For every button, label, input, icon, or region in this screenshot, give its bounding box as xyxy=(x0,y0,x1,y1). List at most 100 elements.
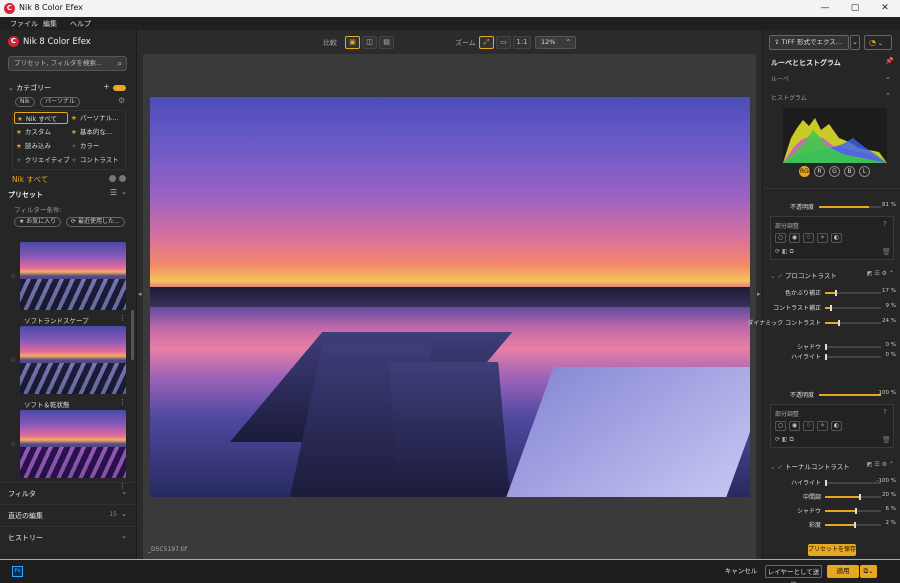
close-button[interactable]: ✕ xyxy=(870,1,900,16)
lasso-tool-icon[interactable]: ♢ xyxy=(803,233,814,243)
slider-knob[interactable] xyxy=(838,320,841,326)
export-dropdown[interactable]: ⇪ TIFF 形式でエクス... xyxy=(769,35,849,50)
opacity-slider[interactable]: 不透明度 100 % xyxy=(769,390,896,400)
apply-options-button[interactable]: ⧉⌄ xyxy=(860,565,877,578)
mask-tools[interactable]: ⟳ ◧ ⧉ xyxy=(775,436,794,444)
menu-edit[interactable]: 編集 xyxy=(43,19,57,29)
loupe-label[interactable]: ルーペ xyxy=(771,74,789,83)
zoom-fit-button[interactable]: ⤢ xyxy=(479,36,494,49)
star-outline-icon[interactable]: ☆ xyxy=(10,440,16,448)
fold-filters[interactable]: フィルタ ⌄ xyxy=(0,482,137,502)
adjust-slider[interactable]: コントラスト補正 9 % xyxy=(769,303,896,313)
slider-knob[interactable] xyxy=(854,508,857,514)
save-preset-button[interactable]: プリセットを保存 xyxy=(808,544,856,556)
slider-knob[interactable] xyxy=(858,494,861,500)
slider-knob[interactable] xyxy=(853,522,856,528)
compare-ring-button[interactable]: ◔ ⌄ xyxy=(864,35,892,50)
add-icon[interactable] xyxy=(119,175,126,182)
circle-tool-icon[interactable]: ○ xyxy=(775,233,786,243)
category-header[interactable]: ⌄ カテゴリー xyxy=(8,83,51,93)
more-icon[interactable]: ⋮ xyxy=(119,314,126,322)
tone-tool-icon[interactable]: ◐ xyxy=(831,233,842,243)
adjust-slider[interactable]: ハイライト 0 % xyxy=(769,352,896,362)
magic-tool-icon[interactable]: ✧ xyxy=(817,421,828,431)
opacity-slider[interactable]: 不透明度 81 % xyxy=(769,202,896,212)
slider-track[interactable] xyxy=(825,305,881,311)
category-custom[interactable]: ★ カスタム xyxy=(16,126,51,138)
compare-toggle-button[interactable]: ▤ xyxy=(379,36,394,49)
zoom-1to1-button[interactable]: 1:1 xyxy=(513,36,531,49)
more-icon[interactable]: ⋮ xyxy=(119,398,126,406)
magic-tool-icon[interactable]: ✧ xyxy=(817,233,828,243)
filter-pill-nik[interactable]: Nik xyxy=(15,97,35,107)
lasso-tool-icon[interactable]: ♢ xyxy=(803,421,814,431)
slider-knob[interactable] xyxy=(825,344,827,350)
chevron-up-icon[interactable]: ⌃ xyxy=(885,92,891,100)
adjust-slider[interactable]: ダイナミック コントラスト 24 % xyxy=(747,318,896,328)
chevron-down-icon[interactable]: ⌄ xyxy=(885,73,891,81)
preset-thumbnail[interactable] xyxy=(20,242,126,310)
fold-history[interactable]: ヒストリー ⌄ xyxy=(0,526,137,546)
slider-track[interactable] xyxy=(825,290,881,296)
compare-split-button[interactable]: ▣ xyxy=(345,36,360,49)
circle-fill-tool-icon[interactable]: ◉ xyxy=(789,233,800,243)
category-creative[interactable]: ★ クリエイティブ xyxy=(16,154,70,166)
channel-g[interactable]: G xyxy=(829,166,840,177)
filter-header-procontrast[interactable]: ⌄ ✓ プロコントラスト ◩ ☰ ⚙ ⌃ xyxy=(770,270,894,282)
circle-tool-icon[interactable]: ○ xyxy=(775,421,786,431)
settings-icon[interactable]: ⚙ xyxy=(118,96,125,105)
channel-l[interactable]: L xyxy=(859,166,870,177)
send-as-layer-button[interactable]: レイヤーとして送信 xyxy=(765,565,822,583)
export-options-button[interactable]: ⌄ xyxy=(850,35,860,50)
channel-b[interactable]: B xyxy=(844,166,855,177)
zoom-select[interactable]: 12% ⌃ xyxy=(535,36,576,49)
favorites-pill[interactable]: ★ お気に入り xyxy=(14,217,62,227)
category-contrast[interactable]: ★ コントラスト xyxy=(71,154,119,166)
slider-knob[interactable] xyxy=(825,354,827,360)
collapse-right-icon[interactable]: ▸ xyxy=(757,290,761,298)
slider-track[interactable] xyxy=(825,344,881,350)
help-icon[interactable]: ? xyxy=(883,220,887,228)
chevron-down-icon[interactable]: ⌄ xyxy=(121,188,127,196)
slider-track[interactable] xyxy=(825,354,881,360)
zoom-fill-button[interactable]: ▭ xyxy=(496,36,511,49)
slider-track[interactable] xyxy=(825,522,881,528)
preset-thumbnail[interactable] xyxy=(20,410,126,478)
filter-pill-personal[interactable]: パーソナル xyxy=(40,97,81,107)
preset-header[interactable]: プリセット xyxy=(8,190,43,200)
add-category-icon[interactable]: + xyxy=(103,82,110,91)
category-nik-all[interactable]: ★ Nik すべて xyxy=(14,112,68,124)
slider-track[interactable] xyxy=(825,494,881,500)
adjust-slider[interactable]: 彩度 2 % xyxy=(769,520,896,530)
category-toggle[interactable] xyxy=(113,85,126,91)
scrollbar[interactable] xyxy=(131,310,134,360)
cancel-button[interactable]: キャンセル xyxy=(722,565,760,578)
category-basic[interactable]: ★ 基本的な... xyxy=(71,126,112,138)
slider-knob[interactable] xyxy=(834,290,837,296)
histogram-label[interactable]: ヒストグラム xyxy=(771,93,807,102)
adjust-slider[interactable]: シャドウ 0 % xyxy=(769,342,896,352)
slider-track[interactable] xyxy=(825,480,881,486)
slider-track[interactable] xyxy=(825,508,881,514)
preset-thumbnail[interactable] xyxy=(20,326,126,394)
filter-header-tonal-contrast[interactable]: ⌄ ✓ トーナルコントラスト ◩ ☰ ⚙ ⌃ xyxy=(770,461,894,473)
preview-image[interactable] xyxy=(150,97,750,497)
circle-fill-tool-icon[interactable]: ◉ xyxy=(789,421,800,431)
list-view-icon[interactable]: ☰ xyxy=(110,188,117,197)
menu-help[interactable]: ヘルプ xyxy=(70,19,91,29)
search-input[interactable]: プリセット, フィルタを検索... ⌕ xyxy=(8,56,127,71)
star-outline-icon[interactable]: ☆ xyxy=(10,272,16,280)
category-personal[interactable]: ★ パーソナル... xyxy=(71,112,125,124)
recent-pill[interactable]: ⟳ 最近使用した... xyxy=(66,217,125,227)
remove-icon[interactable] xyxy=(109,175,116,182)
channel-rgb[interactable]: RGB xyxy=(799,166,813,177)
collapse-left-icon[interactable]: ◂ xyxy=(138,290,142,298)
help-icon[interactable]: ? xyxy=(883,408,887,416)
channel-r[interactable]: R xyxy=(814,166,825,177)
fold-recent-edits[interactable]: 直近の編集 15 ⌄ xyxy=(0,504,137,524)
mask-tools[interactable]: ⟳ ◧ ⧉ xyxy=(775,248,794,256)
adjust-slider[interactable]: 中間調 20 % xyxy=(769,492,896,502)
minimize-button[interactable]: — xyxy=(810,1,840,16)
trash-icon[interactable]: 🗑 xyxy=(882,436,891,444)
slider-knob[interactable] xyxy=(825,480,827,486)
